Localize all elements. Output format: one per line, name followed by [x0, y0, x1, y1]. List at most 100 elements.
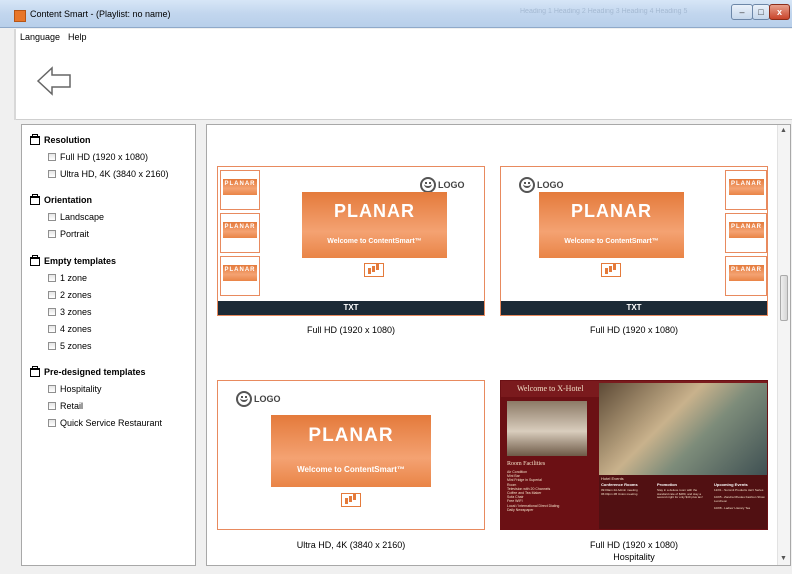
option-label: 5 zones [60, 341, 92, 351]
mini-zone: PLANAR [220, 213, 260, 253]
folder-icon [30, 193, 40, 205]
option-label: 3 zones [60, 307, 92, 317]
logo-placeholder: LOGO [519, 177, 564, 193]
mini-brand: PLANAR [731, 181, 762, 187]
option-3-zones[interactable]: 3 zones [48, 307, 92, 317]
folder-icon [30, 133, 40, 145]
ticker-bar: TXT [501, 301, 767, 315]
option-1-zone[interactable]: 1 zone [48, 273, 87, 283]
facilities-title: Room Facilities [507, 461, 546, 467]
group-title: Empty templates [44, 256, 117, 266]
mini-brand: PLANAR [224, 267, 256, 273]
maximize-button[interactable]: □ [752, 4, 770, 20]
lobby-photo [599, 383, 767, 475]
mini-zone: PLANAR [220, 256, 260, 296]
option-portrait[interactable]: Portrait [48, 229, 89, 239]
checkbox[interactable] [48, 325, 56, 333]
smiley-icon [420, 177, 436, 193]
option-5-zones[interactable]: 5 zones [48, 341, 92, 351]
checkbox[interactable] [48, 419, 56, 427]
folder-icon [30, 254, 40, 266]
option-4-zones[interactable]: 4 zones [48, 324, 92, 334]
mini-zone: PLANAR [725, 170, 767, 210]
checkbox[interactable] [48, 170, 56, 178]
mini-zone: PLANAR [725, 256, 767, 296]
brand-text: PLANAR [571, 201, 652, 221]
logo-text: LOGO [438, 180, 465, 190]
checkbox[interactable] [48, 274, 56, 282]
option-label: 4 zones [60, 324, 92, 334]
events-column-1-text: 09:00am 2A Admin meeting 06:00pm 2B Unio… [601, 488, 638, 496]
option-landscape[interactable]: Landscape [48, 212, 104, 222]
planar-banner: PLANAR Welcome to ContentSmart™ [302, 192, 447, 258]
logo-placeholder: LOGO [236, 391, 281, 407]
menu-help[interactable]: Help [68, 32, 87, 42]
checkbox[interactable] [48, 385, 56, 393]
group-title: Pre-designed templates [44, 367, 146, 377]
logo-text: LOGO [537, 180, 564, 190]
mini-brand: PLANAR [224, 224, 256, 230]
template-gallery: PLANAR PLANAR PLANAR LOGO PLANAR Welcome… [206, 124, 791, 566]
chart-icon [341, 493, 361, 507]
folder-icon [30, 365, 40, 377]
option-label: Hospitality [60, 384, 102, 394]
events-column-3: Upcoming Events [714, 482, 748, 487]
template-tile-4[interactable]: Welcome to X-Hotel Room Facilities Air C… [500, 380, 768, 530]
option-hospitality[interactable]: Hospitality [48, 384, 102, 394]
mini-zone: PLANAR [220, 170, 260, 210]
checkbox[interactable] [48, 230, 56, 238]
option-2-zones[interactable]: 2 zones [48, 290, 92, 300]
checkbox[interactable] [48, 213, 56, 221]
checkbox[interactable] [48, 153, 56, 161]
events-column-2: Promotion [657, 482, 677, 487]
option-label: Quick Service Restaurant [60, 418, 163, 428]
ticker-bar: TXT [218, 301, 484, 315]
planar-banner: PLANAR Welcome to ContentSmart™ [539, 192, 684, 258]
close-button[interactable]: x [769, 4, 790, 20]
logo-text: LOGO [254, 394, 281, 404]
welcome-text: Welcome to ContentSmart™ [327, 238, 422, 245]
app-icon [14, 10, 26, 22]
option-quick-service-restaurant[interactable]: Quick Service Restaurant [48, 418, 162, 428]
events-column-3-text: 12/01 - Summit Products Jazz Series 10/0… [714, 488, 765, 510]
mini-brand: PLANAR [224, 181, 256, 187]
option-ultra-hd[interactable]: Ultra HD, 4K (3840 x 2160) [48, 169, 169, 179]
vertical-scrollbar[interactable]: ▲ ▼ [777, 125, 790, 565]
scroll-down-icon[interactable]: ▼ [780, 555, 787, 562]
scrollbar-thumb[interactable] [780, 275, 788, 321]
mini-brand: PLANAR [731, 267, 762, 273]
option-label: Portrait [60, 229, 90, 239]
minimize-button[interactable]: – [731, 4, 753, 20]
checkbox[interactable] [48, 308, 56, 316]
brand-text: PLANAR [334, 201, 415, 221]
option-retail[interactable]: Retail [48, 401, 83, 411]
group-pre-designed-templates: Pre-designed templates [30, 365, 146, 377]
events-column-1: Conference Rooms [601, 482, 638, 487]
template-tile-1[interactable]: PLANAR PLANAR PLANAR LOGO PLANAR Welcome… [217, 166, 485, 316]
checkbox[interactable] [48, 402, 56, 410]
menu-language[interactable]: Language [20, 32, 60, 42]
checkbox[interactable] [48, 291, 56, 299]
option-label: Retail [60, 401, 84, 411]
checkbox[interactable] [48, 342, 56, 350]
filter-panel: Resolution Full HD (1920 x 1080) Ultra H… [21, 124, 196, 566]
mini-zone: PLANAR [725, 213, 767, 253]
chart-icon [601, 263, 621, 277]
option-label: 2 zones [60, 290, 92, 300]
room-photo [507, 401, 587, 456]
template-tile-3[interactable]: LOGO PLANAR Welcome to ContentSmart™ [217, 380, 485, 530]
scroll-up-icon[interactable]: ▲ [780, 127, 787, 134]
option-label: Ultra HD, 4K (3840 x 2160) [60, 169, 169, 179]
hotel-events-title: Hotel Events [601, 476, 624, 481]
group-empty-templates: Empty templates [30, 254, 117, 266]
chart-icon [364, 263, 384, 277]
brand-text: PLANAR [308, 425, 394, 446]
template-caption: Full HD (1920 x 1080) [306, 325, 396, 335]
template-tile-2[interactable]: LOGO PLANAR Welcome to ContentSmart™ PLA… [500, 166, 768, 316]
template-caption: Ultra HD, 4K (3840 x 2160) [296, 540, 406, 550]
group-resolution: Resolution [30, 133, 91, 145]
back-arrow-icon[interactable] [36, 65, 72, 97]
option-full-hd[interactable]: Full HD (1920 x 1080) [48, 152, 148, 162]
smiley-icon [236, 391, 252, 407]
title-bar[interactable]: Content Smart - (Playlist: no name) Head… [0, 0, 792, 28]
